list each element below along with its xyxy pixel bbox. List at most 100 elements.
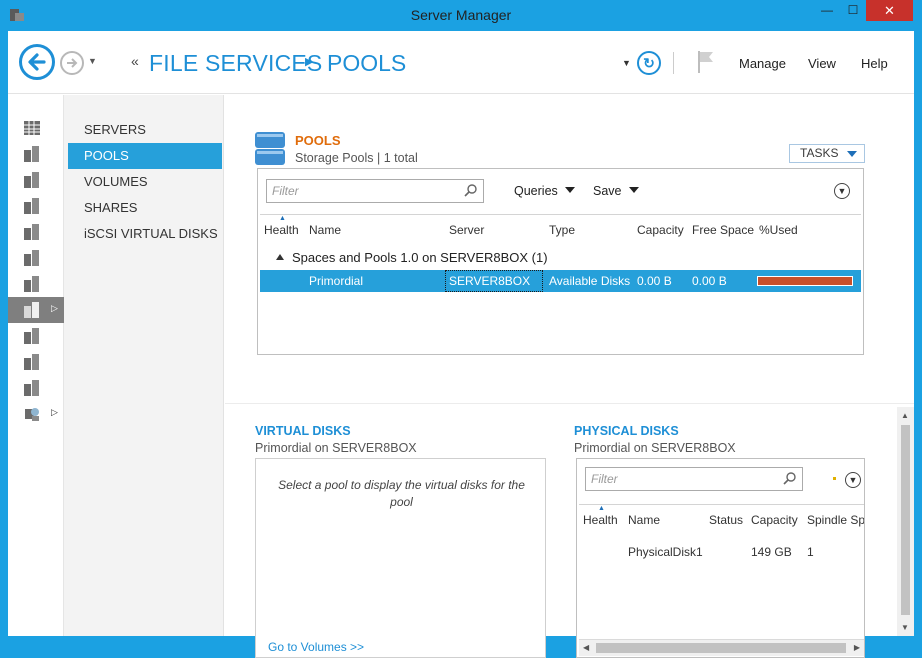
column-header-percent-used[interactable]: %Used bbox=[759, 223, 798, 237]
role-nav-item-2[interactable] bbox=[8, 219, 64, 245]
file-services-nav-item[interactable]: ▷ bbox=[8, 297, 64, 323]
search-icon[interactable] bbox=[464, 183, 478, 197]
maximize-button[interactable]: ☐ bbox=[840, 0, 866, 21]
subnav-item-shares[interactable]: SHARES bbox=[68, 195, 222, 221]
menu-view[interactable]: View bbox=[808, 56, 836, 71]
local-server-nav-item[interactable] bbox=[8, 141, 64, 167]
servers-icon bbox=[24, 172, 40, 188]
back-button[interactable] bbox=[19, 44, 55, 80]
role-nav-item-8[interactable]: ▷ bbox=[8, 401, 64, 427]
group-label: Spaces and Pools 1.0 on SERVER8BOX (1) bbox=[292, 250, 548, 265]
subnav-item-volumes[interactable]: VOLUMES bbox=[68, 169, 222, 195]
history-dropdown-icon[interactable]: ▼ bbox=[88, 56, 97, 66]
virtual-disks-title: VIRTUAL DISKS bbox=[255, 424, 351, 438]
pools-filter-input[interactable]: Filter bbox=[266, 179, 484, 203]
breadcrumb-back-chevron-icon[interactable]: « bbox=[131, 53, 139, 69]
pool-free-space-cell: 0.00 B bbox=[692, 274, 727, 288]
save-dropdown[interactable]: Save bbox=[593, 184, 639, 198]
forward-button[interactable] bbox=[60, 51, 84, 75]
queries-label: Queries bbox=[514, 184, 558, 198]
role-nav-item-5[interactable] bbox=[8, 323, 64, 349]
server-role-icon bbox=[24, 276, 40, 292]
save-label: Save bbox=[593, 184, 622, 198]
pool-name-cell: Primordial bbox=[309, 274, 364, 288]
collapse-group-icon[interactable] bbox=[276, 254, 284, 260]
section-divider bbox=[225, 403, 914, 404]
filter-placeholder: Filter bbox=[591, 472, 618, 486]
close-button[interactable]: ✕ bbox=[866, 0, 913, 21]
search-icon[interactable] bbox=[783, 471, 797, 485]
storage-pools-icon bbox=[255, 132, 285, 165]
disk-capacity-cell[interactable]: 149 GB bbox=[751, 545, 792, 559]
menu-help[interactable]: Help bbox=[861, 56, 888, 71]
disk-name-cell[interactable]: PhysicalDisk1 bbox=[628, 545, 703, 559]
virtual-disks-subtitle: Primordial on SERVER8BOX bbox=[255, 441, 417, 455]
column-header-capacity[interactable]: Capacity bbox=[751, 513, 798, 527]
notifications-flag-icon[interactable] bbox=[696, 49, 716, 75]
server-role-icon bbox=[24, 250, 40, 266]
column-header-status[interactable]: Status bbox=[709, 513, 743, 527]
all-servers-nav-item[interactable] bbox=[8, 167, 64, 193]
tasks-dropdown-button[interactable]: TASKS bbox=[789, 144, 865, 163]
role-nav-item-1[interactable] bbox=[8, 193, 64, 219]
scroll-right-icon[interactable]: ▶ bbox=[854, 643, 860, 652]
physical-disks-filter-input[interactable]: Filter bbox=[585, 467, 803, 491]
network-services-icon bbox=[25, 408, 39, 421]
group-header-row[interactable]: Spaces and Pools 1.0 on SERVER8BOX (1) bbox=[276, 250, 548, 265]
menu-manage[interactable]: Manage bbox=[739, 56, 786, 71]
column-header-server[interactable]: Server bbox=[449, 223, 484, 237]
refresh-icon: ↻ bbox=[643, 55, 655, 71]
table-row[interactable]: Primordial SERVER8BOX Available Disks 0.… bbox=[260, 270, 861, 292]
client-area: ▼ « FILE SERVICES ▶ POOLS ▼ ↻ Manage Vie… bbox=[8, 31, 914, 658]
role-icon-bar: ▷ ▷ bbox=[8, 95, 64, 636]
column-header-name[interactable]: Name bbox=[628, 513, 660, 527]
scroll-thumb[interactable] bbox=[901, 425, 910, 615]
scroll-up-icon[interactable]: ▲ bbox=[901, 411, 909, 420]
collapse-panel-icon[interactable]: ▼ bbox=[845, 472, 861, 488]
expand-arrow-icon: ▷ bbox=[51, 303, 58, 313]
dashboard-grid-icon bbox=[24, 121, 40, 135]
sort-indicator-icon: ▲ bbox=[279, 215, 286, 222]
chevron-down-icon bbox=[628, 187, 639, 193]
role-nav-item-4[interactable] bbox=[8, 271, 64, 297]
queries-dropdown[interactable]: Queries bbox=[514, 184, 575, 198]
column-header-free-space[interactable]: Free Space bbox=[692, 223, 754, 237]
chevron-down-icon bbox=[847, 151, 857, 157]
refresh-dropdown-icon[interactable]: ▼ bbox=[622, 58, 631, 68]
vertical-scrollbar[interactable]: ▲ ▼ bbox=[897, 407, 914, 636]
collapse-panel-icon[interactable]: ▼ bbox=[834, 183, 850, 199]
subnav-item-servers[interactable]: SERVERS bbox=[68, 117, 222, 143]
role-nav-item-7[interactable] bbox=[8, 375, 64, 401]
breadcrumb-separator-icon: ▶ bbox=[305, 56, 314, 68]
column-header-capacity[interactable]: Capacity bbox=[637, 223, 684, 237]
breadcrumb-parent[interactable]: FILE SERVICES bbox=[149, 50, 322, 77]
dashboard-nav-item[interactable] bbox=[8, 115, 64, 141]
refresh-button[interactable]: ↻ bbox=[637, 51, 661, 75]
subnav-item-iscsi-virtual-disks[interactable]: iSCSI VIRTUAL DISKS bbox=[68, 221, 222, 247]
column-header-health[interactable]: Health bbox=[583, 513, 618, 527]
column-header-name[interactable]: Name bbox=[309, 223, 341, 237]
physical-disks-subtitle: Primordial on SERVER8BOX bbox=[574, 441, 736, 455]
pools-section-title: POOLS bbox=[295, 133, 341, 148]
go-to-volumes-link[interactable]: Go to Volumes >> bbox=[268, 640, 364, 654]
column-header-spindle-speed[interactable]: Spindle Spe bbox=[807, 513, 864, 527]
chevron-down-icon bbox=[564, 187, 575, 193]
role-nav-item-3[interactable] bbox=[8, 245, 64, 271]
tasks-label: TASKS bbox=[800, 146, 839, 160]
horizontal-scrollbar[interactable]: ◀ ▶ bbox=[579, 639, 864, 656]
pools-panel: Filter Queries Save ▼ ▲ Health Name Serv… bbox=[257, 168, 864, 355]
role-nav-item-6[interactable] bbox=[8, 349, 64, 375]
scroll-down-icon[interactable]: ▼ bbox=[901, 623, 909, 632]
pools-grid: ▲ Health Name Server Type Capacity Free … bbox=[260, 214, 861, 352]
disk-spindle-cell[interactable]: 1 bbox=[807, 545, 814, 559]
server-role-icon bbox=[24, 198, 40, 214]
scroll-left-icon[interactable]: ◀ bbox=[583, 643, 589, 652]
scroll-thumb[interactable] bbox=[596, 643, 846, 653]
subnav-item-pools[interactable]: POOLS bbox=[68, 143, 222, 169]
forward-arrow-icon bbox=[67, 58, 78, 68]
column-header-health[interactable]: Health bbox=[264, 223, 299, 237]
back-arrow-icon bbox=[28, 53, 46, 71]
column-header-type[interactable]: Type bbox=[549, 223, 575, 237]
minimize-button[interactable]: — bbox=[814, 0, 840, 21]
title-bar: Server Manager — ☐ ✕ bbox=[0, 0, 922, 31]
